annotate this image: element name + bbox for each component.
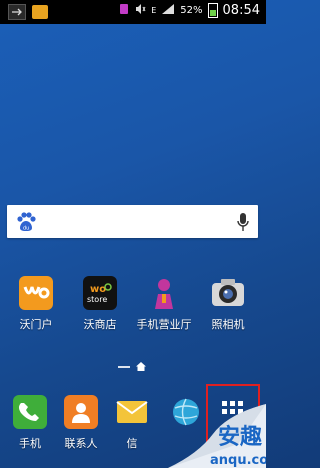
app-wo-portal[interactable]: 沃门户 (5, 276, 67, 332)
svg-text:du: du (23, 226, 29, 232)
wo-notification-icon (32, 5, 48, 19)
dock-messages[interactable]: 信 (101, 395, 163, 451)
status-bar: E 52% 08:54 (0, 0, 266, 24)
notification-icon (119, 3, 129, 18)
network-type-label: E (151, 6, 157, 15)
phone-icon (13, 395, 47, 429)
anqu-watermark: 安趣 anqu.com (168, 404, 266, 468)
app-label: 信 (126, 437, 138, 450)
messages-icon (115, 395, 149, 429)
mobile-hall-icon (147, 276, 181, 310)
camera-icon (211, 276, 245, 310)
baidu-paw-icon: du (17, 212, 36, 232)
wo-store-icon: wo store (83, 276, 117, 310)
svg-text:store: store (87, 295, 107, 304)
signal-icon (161, 3, 175, 18)
app-label: 沃门户 (19, 318, 53, 331)
home-icon (136, 362, 146, 371)
contacts-icon (64, 395, 98, 429)
clock: 08:54 (222, 3, 260, 18)
wo-portal-icon (19, 276, 53, 310)
page-dot (118, 365, 130, 368)
mute-icon (134, 3, 146, 18)
svg-text:wo: wo (90, 284, 106, 295)
battery-icon (207, 3, 218, 18)
app-camera[interactable]: 照相机 (197, 276, 259, 332)
app-label: 沃商店 (83, 318, 117, 331)
watermark-text: 安趣 (218, 424, 262, 450)
page-indicator (118, 362, 146, 371)
app-mobile-hall[interactable]: 手机营业厅 (133, 276, 195, 332)
usb-icon (8, 4, 26, 20)
mic-icon[interactable] (237, 212, 249, 232)
battery-percent: 52% (180, 5, 203, 16)
watermark-url: anqu.com (210, 453, 266, 468)
app-label: 手机营业厅 (136, 318, 192, 331)
search-widget[interactable]: du (7, 205, 258, 238)
app-wo-store[interactable]: wo store 沃商店 (69, 276, 131, 332)
app-label: 照相机 (211, 318, 245, 331)
